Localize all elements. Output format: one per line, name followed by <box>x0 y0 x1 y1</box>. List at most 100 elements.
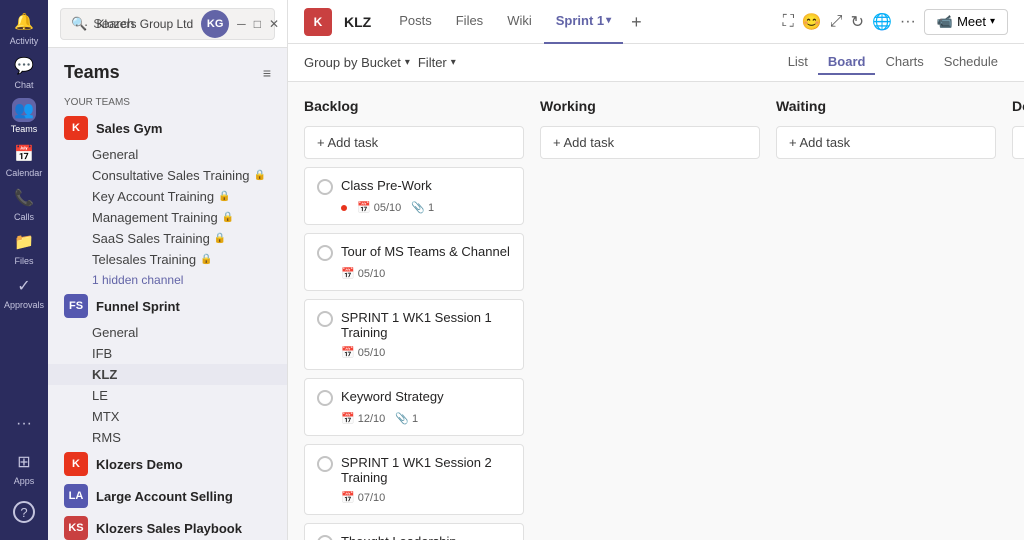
rail-label-teams: Teams <box>11 124 38 134</box>
task-checkbox[interactable] <box>317 179 333 195</box>
team-avatar-sales-gym: K <box>64 116 88 140</box>
minimize-icon[interactable]: ─ <box>237 17 246 31</box>
channel-sg-tt[interactable]: Telesales Training 🔒 <box>48 249 287 270</box>
group-by-button[interactable]: Group by Bucket ▾ <box>304 55 410 70</box>
view-tab-list[interactable]: List <box>778 50 818 75</box>
task-name: SPRINT 1 WK1 Session 2 Training <box>341 455 511 485</box>
rail-item-apps[interactable]: ⊞ Apps <box>4 448 44 488</box>
col-header-done: Done <box>1012 98 1024 118</box>
expand-icon[interactable]: ⛶ <box>783 13 794 31</box>
task-date: 📅 12/10 <box>341 412 385 425</box>
add-task-working[interactable]: + Add task <box>540 126 760 159</box>
rail-item-help[interactable]: ? <box>4 492 44 532</box>
task-card-ms-teams-tour[interactable]: Tour of MS Teams & Channel 📅 05/10 <box>304 233 524 291</box>
tab-wiki[interactable]: Wiki <box>495 0 544 44</box>
globe-icon[interactable]: 🌐 <box>872 12 892 32</box>
team-item-large-account[interactable]: LA Large Account Selling ··· <box>48 480 287 512</box>
chevron-down-icon: ▾ <box>606 15 611 26</box>
tab-posts[interactable]: Posts <box>387 0 444 44</box>
rail-item-activity[interactable]: 🔔 Activity <box>4 8 44 48</box>
rail-item-approvals[interactable]: ✓ Approvals <box>4 272 44 312</box>
task-date: 📅 07/10 <box>341 491 385 504</box>
channel-tabs: Posts Files Wiki Sprint 1 ▾ + <box>387 0 649 44</box>
team-avatar-klozers-playbook: KS <box>64 516 88 540</box>
task-card-sprint1-wk1-s1[interactable]: SPRINT 1 WK1 Session 1 Training 📅 05/10 <box>304 299 524 370</box>
rail-item-more[interactable]: ··· <box>4 404 44 444</box>
channel-fs-mtx[interactable]: MTX <box>48 406 287 427</box>
calls-icon: 📞 <box>12 186 36 210</box>
close-icon[interactable]: ✕ <box>269 17 279 31</box>
tab-files[interactable]: Files <box>444 0 495 44</box>
fullscreen-icon[interactable]: ⤢ <box>830 13 843 31</box>
filter-icon[interactable]: ≡ <box>263 65 271 81</box>
team-name-klozers-playbook: Klozers Sales Playbook <box>96 521 249 536</box>
add-task-backlog[interactable]: + Add task <box>304 126 524 159</box>
channel-fs-le[interactable]: LE <box>48 385 287 406</box>
rail-item-calendar[interactable]: 📅 Calendar <box>4 140 44 180</box>
emoji-icon[interactable]: 😊 <box>802 12 822 32</box>
help-icon: ? <box>13 501 35 523</box>
task-name: SPRINT 1 WK1 Session 1 Training <box>341 310 511 340</box>
view-tab-charts[interactable]: Charts <box>875 50 933 75</box>
team-item-klozers-playbook[interactable]: KS Klozers Sales Playbook ··· <box>48 512 287 540</box>
channel-fs-general[interactable]: General <box>48 322 287 343</box>
board-col-waiting: Waiting + Add task <box>776 98 996 524</box>
channel-sg-kat[interactable]: Key Account Training 🔒 <box>48 186 287 207</box>
task-attachments: 📎 1 <box>395 412 418 425</box>
channel-fs-rms[interactable]: RMS <box>48 427 287 448</box>
sidebar: 🔍 Search ··· Klozers Group Ltd KG ─ □ ✕ … <box>48 0 288 540</box>
task-card-keyword-strategy[interactable]: Keyword Strategy 📅 12/10 📎 1 <box>304 378 524 436</box>
task-card-sprint1-wk1-s2[interactable]: SPRINT 1 WK1 Session 2 Training 📅 07/10 <box>304 444 524 515</box>
filter-button[interactable]: Filter ▾ <box>418 55 456 70</box>
rail-label-apps: Apps <box>14 476 35 486</box>
tab-sprint1[interactable]: Sprint 1 ▾ <box>544 0 623 44</box>
maximize-icon[interactable]: □ <box>254 17 261 31</box>
more-dots[interactable]: ··· <box>74 16 88 32</box>
task-name: Tour of MS Teams & Channel <box>341 244 510 259</box>
channel-sg-sst[interactable]: SaaS Sales Training 🔒 <box>48 228 287 249</box>
task-name: Keyword Strategy <box>341 389 444 404</box>
col-header-working: Working <box>540 98 760 118</box>
channel-actions: ⛶ 😊 ⤢ ↻ 🌐 ··· 📹 Meet ▾ <box>783 9 1008 35</box>
view-tab-schedule[interactable]: Schedule <box>934 50 1008 75</box>
channel-logo: K <box>304 8 332 36</box>
meet-button[interactable]: 📹 Meet ▾ <box>924 9 1008 35</box>
team-item-klozers-demo[interactable]: K Klozers Demo ··· <box>48 448 287 480</box>
rail-label-calendar: Calendar <box>6 168 43 178</box>
board-col-working: Working + Add task <box>540 98 760 524</box>
lock-icon-kat: 🔒 <box>218 191 230 202</box>
channel-sg-general[interactable]: General <box>48 144 287 165</box>
channel-fs-klz[interactable]: KLZ <box>48 364 287 385</box>
team-avatar-large-account: LA <box>64 484 88 508</box>
channel-sg-mt[interactable]: Management Training 🔒 <box>48 207 287 228</box>
refresh-icon[interactable]: ↻ <box>851 12 864 32</box>
calendar-icon: 📅 <box>12 142 36 166</box>
task-card-class-prework[interactable]: Class Pre-Work 📅 05/10 📎 1 <box>304 167 524 225</box>
task-checkbox[interactable] <box>317 311 333 327</box>
rail-item-calls[interactable]: 📞 Calls <box>4 184 44 224</box>
task-card-thought-leadership[interactable]: Thought Leadership 📅 12/10 📎 1 <box>304 523 524 540</box>
task-checkbox[interactable] <box>317 390 333 406</box>
add-task-waiting[interactable]: + Add task <box>776 126 996 159</box>
channel-sg-cst[interactable]: Consultative Sales Training 🔒 <box>48 165 287 186</box>
user-avatar[interactable]: KG <box>201 10 229 38</box>
channel-fs-ifb[interactable]: IFB <box>48 343 287 364</box>
rail-item-chat[interactable]: 💬 Chat <box>4 52 44 92</box>
add-tab-button[interactable]: + <box>623 0 650 44</box>
channel-hidden-label[interactable]: 1 hidden channel <box>48 270 287 290</box>
view-tab-board[interactable]: Board <box>818 50 876 75</box>
topbar-right: ··· Klozers Group Ltd KG ─ □ ✕ <box>74 10 287 38</box>
team-item-sales-gym[interactable]: K Sales Gym ··· <box>48 112 287 144</box>
attachment-icon: 📎 <box>395 412 409 425</box>
task-checkbox[interactable] <box>317 535 333 540</box>
task-checkbox[interactable] <box>317 456 333 472</box>
team-item-funnel-sprint[interactable]: FS Funnel Sprint ··· <box>48 290 287 322</box>
col-header-waiting: Waiting <box>776 98 996 118</box>
task-checkbox[interactable] <box>317 245 333 261</box>
rail-item-files[interactable]: 📁 Files <box>4 228 44 268</box>
add-task-done[interactable]: + Add <box>1012 126 1024 159</box>
task-date: 📅 05/10 <box>341 346 385 359</box>
rail: 🔔 Activity 💬 Chat 👥 Teams 📅 Calendar 📞 C… <box>0 0 48 540</box>
rail-item-teams[interactable]: 👥 Teams <box>4 96 44 136</box>
ellipsis-icon[interactable]: ··· <box>900 13 916 31</box>
